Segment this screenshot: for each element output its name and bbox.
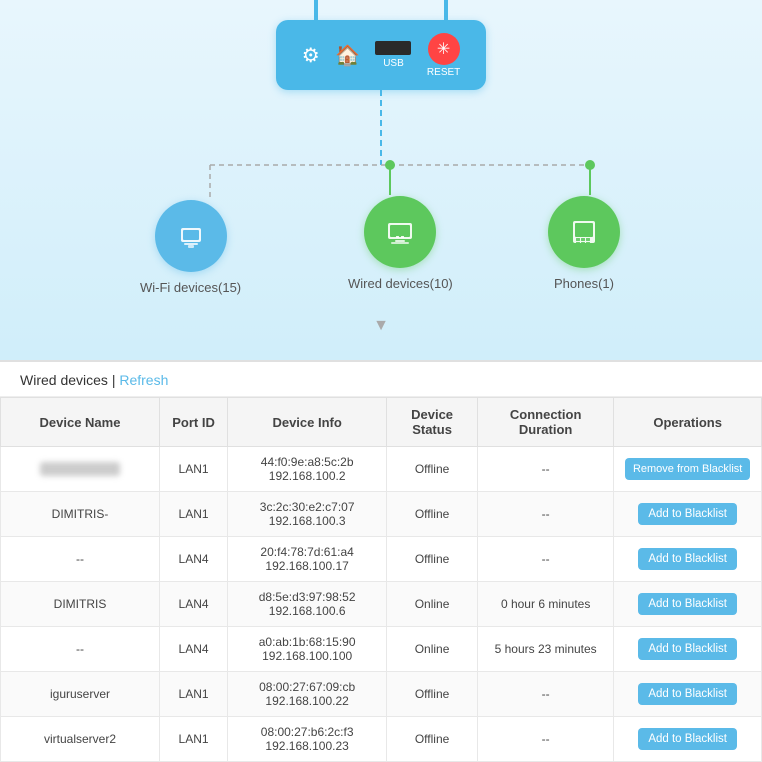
network-diagram: ⚙ 🏠 USB ✳ RESET bbox=[0, 0, 762, 360]
usb-label: USB bbox=[383, 58, 404, 69]
cell-port-id: LAN1 bbox=[160, 492, 228, 537]
cell-device-info: 08:00:27:b6:2c:f3192.168.100.23 bbox=[228, 717, 387, 762]
add-to-blacklist-button[interactable]: Add to Blacklist bbox=[638, 548, 737, 570]
cell-device-info: 08:00:27:67:09:cb192.168.100.22 bbox=[228, 672, 387, 717]
usb-area: USB bbox=[375, 41, 411, 69]
cell-duration: 5 hours 23 minutes bbox=[478, 627, 614, 672]
cell-operations: Add to Blacklist bbox=[614, 627, 762, 672]
col-header-duration: Connection Duration bbox=[478, 398, 614, 447]
table-row: iguruserverLAN108:00:27:67:09:cb192.168.… bbox=[1, 672, 762, 717]
cell-device-name: virtualserver2 bbox=[1, 717, 160, 762]
reset-area: ✳ RESET bbox=[427, 33, 460, 78]
cell-device-info: 44:f0:9e:a8:5c:2b192.168.100.2 bbox=[228, 447, 387, 492]
cell-status: Online bbox=[387, 582, 478, 627]
phones-label: Phones(1) bbox=[554, 276, 614, 291]
phones-node[interactable]: Phones(1) bbox=[548, 196, 620, 291]
add-to-blacklist-button[interactable]: Add to Blacklist bbox=[638, 728, 737, 750]
cell-port-id: LAN4 bbox=[160, 537, 228, 582]
cell-device-name: Hidden bbox=[1, 447, 160, 492]
cell-status: Offline bbox=[387, 717, 478, 762]
table-title: Wired devices bbox=[20, 372, 108, 388]
router-box: ⚙ 🏠 USB ✳ RESET bbox=[276, 20, 486, 90]
add-to-blacklist-button[interactable]: Add to Blacklist bbox=[638, 683, 737, 705]
table-row: DIMITRISLAN4d8:5e:d3:97:98:52192.168.100… bbox=[1, 582, 762, 627]
wired-devices-node[interactable]: Wired devices(10) bbox=[348, 196, 453, 291]
cell-duration: -- bbox=[478, 447, 614, 492]
cell-operations: Add to Blacklist bbox=[614, 582, 762, 627]
cell-device-name: iguruserver bbox=[1, 672, 160, 717]
cell-duration: -- bbox=[478, 717, 614, 762]
wired-devices-label: Wired devices(10) bbox=[348, 276, 453, 291]
cell-port-id: LAN4 bbox=[160, 582, 228, 627]
wifi-icon bbox=[155, 200, 227, 272]
col-header-device-name: Device Name bbox=[1, 398, 160, 447]
wired-icon bbox=[364, 196, 436, 268]
cell-operations: Add to Blacklist bbox=[614, 492, 762, 537]
refresh-link[interactable]: Refresh bbox=[119, 372, 168, 388]
blurred-device-name: Hidden bbox=[40, 462, 120, 476]
cell-port-id: LAN4 bbox=[160, 627, 228, 672]
down-arrow-icon: ▼ bbox=[373, 317, 389, 335]
cell-port-id: LAN1 bbox=[160, 447, 228, 492]
col-header-operations: Operations bbox=[614, 398, 762, 447]
cell-operations: Add to Blacklist bbox=[614, 717, 762, 762]
cell-device-info: a0:ab:1b:68:15:90192.168.100.100 bbox=[228, 627, 387, 672]
cell-status: Offline bbox=[387, 447, 478, 492]
cell-duration: -- bbox=[478, 492, 614, 537]
table-row: virtualserver2LAN108:00:27:b6:2c:f3192.1… bbox=[1, 717, 762, 762]
phone-icon bbox=[548, 196, 620, 268]
table-row: DIMITRIS-LAN13c:2c:30:e2:c7:07192.168.10… bbox=[1, 492, 762, 537]
settings-icon: ⚙ bbox=[302, 43, 320, 68]
cell-duration: -- bbox=[478, 672, 614, 717]
cell-status: Online bbox=[387, 627, 478, 672]
cell-duration: -- bbox=[478, 537, 614, 582]
cell-device-name: -- bbox=[1, 537, 160, 582]
router: ⚙ 🏠 USB ✳ RESET bbox=[276, 20, 486, 90]
cell-device-info: 3c:2c:30:e2:c7:07192.168.100.3 bbox=[228, 492, 387, 537]
reset-label: RESET bbox=[427, 67, 460, 78]
cell-status: Offline bbox=[387, 672, 478, 717]
cell-device-info: d8:5e:d3:97:98:52192.168.100.6 bbox=[228, 582, 387, 627]
remove-from-blacklist-button[interactable]: Remove from Blacklist bbox=[625, 458, 750, 480]
home-icon: 🏠 bbox=[335, 43, 360, 68]
cell-operations: Add to Blacklist bbox=[614, 537, 762, 582]
usb-slot bbox=[375, 41, 411, 55]
reset-button[interactable]: ✳ bbox=[428, 33, 460, 65]
wifi-devices-label: Wi-Fi devices(15) bbox=[140, 280, 241, 295]
wired-devices-section: Wired devices | Refresh Device Name Port… bbox=[0, 360, 762, 762]
table-row: Hidden LAN144:f0:9e:a8:5c:2b192.168.100.2… bbox=[1, 447, 762, 492]
devices-table: Device Name Port ID Device Info Device S… bbox=[0, 397, 762, 762]
table-header-row: Device Name Port ID Device Info Device S… bbox=[1, 398, 762, 447]
col-header-device-info: Device Info bbox=[228, 398, 387, 447]
add-to-blacklist-button[interactable]: Add to Blacklist bbox=[638, 638, 737, 660]
cell-device-name: -- bbox=[1, 627, 160, 672]
table-title-bar: Wired devices | Refresh bbox=[0, 362, 762, 397]
cell-operations: Add to Blacklist bbox=[614, 672, 762, 717]
cell-operations: Remove from Blacklist bbox=[614, 447, 762, 492]
wifi-devices-node[interactable]: Wi-Fi devices(15) bbox=[140, 200, 241, 295]
col-header-port: Port ID bbox=[160, 398, 228, 447]
cell-status: Offline bbox=[387, 492, 478, 537]
cell-status: Offline bbox=[387, 537, 478, 582]
cell-device-name: DIMITRIS bbox=[1, 582, 160, 627]
table-row: --LAN4a0:ab:1b:68:15:90192.168.100.100On… bbox=[1, 627, 762, 672]
cell-port-id: LAN1 bbox=[160, 672, 228, 717]
cell-duration: 0 hour 6 minutes bbox=[478, 582, 614, 627]
add-to-blacklist-button[interactable]: Add to Blacklist bbox=[638, 503, 737, 525]
cell-port-id: LAN1 bbox=[160, 717, 228, 762]
add-to-blacklist-button[interactable]: Add to Blacklist bbox=[638, 593, 737, 615]
col-header-status: Device Status bbox=[387, 398, 478, 447]
cell-device-info: 20:f4:78:7d:61:a4192.168.100.17 bbox=[228, 537, 387, 582]
cell-device-name: DIMITRIS- bbox=[1, 492, 160, 537]
table-row: --LAN420:f4:78:7d:61:a4192.168.100.17Off… bbox=[1, 537, 762, 582]
